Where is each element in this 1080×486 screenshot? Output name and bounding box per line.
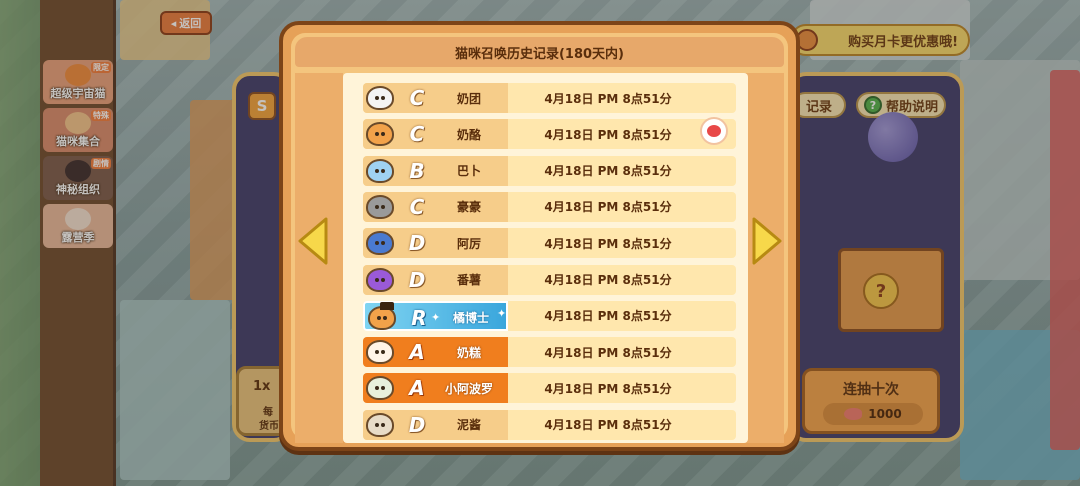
- cat-name: 泥酱: [456, 418, 481, 433]
- cat-info: B 巴卜: [363, 155, 508, 186]
- summon-history-modal: 猫咪召唤历史记录(180天内) C 奶团 4月18日 PM 8点51分 C 奶酪 4月18…: [279, 21, 800, 451]
- cat-name: 阿厉: [456, 236, 481, 251]
- summon-time: 4月18日 PM 8点51分: [544, 91, 672, 106]
- rarity-label: C: [409, 194, 425, 219]
- cat-name: 番薯: [456, 273, 481, 287]
- history-row: D 番薯 4月18日 PM 8点51分: [363, 264, 736, 295]
- summon-time: 4月18日 PM 8点51分: [544, 381, 672, 396]
- cat-info: C 豪豪: [363, 191, 508, 222]
- summon-time: 4月18日 PM 8点51分: [544, 164, 672, 179]
- rarity-label: D: [408, 231, 426, 256]
- sparkle-icon: ✦: [431, 310, 441, 324]
- history-row: D 阿厉 4月18日 PM 8点51分: [363, 228, 736, 259]
- history-row: C 豪豪 4月18日 PM 8点51分: [363, 191, 736, 222]
- modal-title-bar: 猫咪召唤历史记录(180天内): [295, 37, 784, 67]
- rarity-label: C: [409, 122, 425, 147]
- summon-time: 4月18日 PM 8点51分: [544, 127, 672, 142]
- summon-time: 4月18日 PM 8点51分: [544, 309, 672, 324]
- cat-name: 奶酪: [456, 127, 481, 142]
- summon-time: 4月18日 PM 8点51分: [544, 200, 672, 215]
- cat-name: 奶糕: [456, 345, 481, 360]
- prev-page-arrow[interactable]: [296, 216, 330, 266]
- history-row: B 巴卜 4月18日 PM 8点51分: [363, 155, 736, 186]
- cat-name: 小阿波罗: [444, 381, 493, 396]
- history-list[interactable]: C 奶团 4月18日 PM 8点51分 C 奶酪 4月18日 PM 8点51分 B 巴卜 4月1…: [343, 73, 748, 443]
- summon-time: 4月18日 PM 8点51分: [544, 418, 672, 433]
- modal-title: 猫咪召唤历史记录(180天内): [454, 46, 625, 62]
- arrow-right-icon: [752, 217, 782, 265]
- cat-info: A 奶糕: [363, 337, 508, 368]
- cat-info: D 番薯: [363, 264, 508, 295]
- rarity-label: A: [409, 340, 425, 365]
- cat-avatar-icon: [366, 376, 394, 401]
- cat-avatar-icon: [368, 301, 396, 330]
- mushroom-icon: [700, 117, 728, 145]
- cat-avatar-icon: [366, 86, 394, 110]
- cat-avatar-icon: [366, 158, 394, 183]
- summon-time: 4月18日 PM 8点51分: [544, 273, 672, 287]
- sparkle-icon: ✦: [497, 306, 507, 320]
- history-row: C 奶团 4月18日 PM 8点51分: [363, 83, 736, 113]
- cat-info: D 泥酱: [363, 409, 508, 440]
- history-row: D 泥酱 4月18日 PM 8点51分: [363, 409, 736, 440]
- history-row: R 橘博士 ✦ ✦ 4月18日 PM 8点51分: [363, 300, 736, 331]
- cat-avatar-icon: [366, 340, 394, 365]
- next-page-arrow[interactable]: [750, 216, 784, 266]
- rarity-label: A: [409, 376, 425, 401]
- rarity-label: D: [408, 267, 426, 292]
- cat-info: R 橘博士 ✦ ✦: [363, 300, 508, 331]
- cat-avatar-icon: [366, 122, 394, 147]
- cat-avatar-icon: [366, 412, 394, 437]
- cat-info: A 小阿波罗: [363, 373, 508, 404]
- cat-name: 奶团: [456, 91, 481, 106]
- cat-name: 巴卜: [456, 164, 481, 179]
- cat-info: C 奶酪: [363, 119, 508, 150]
- summon-time: 4月18日 PM 8点51分: [544, 236, 672, 251]
- rarity-label: R: [411, 305, 427, 330]
- rarity-label: D: [408, 412, 426, 437]
- cat-info: D 阿厉: [363, 228, 508, 259]
- cat-avatar-icon: [366, 267, 394, 292]
- cat-avatar-icon: [366, 194, 394, 219]
- cat-avatar-icon: [366, 231, 394, 256]
- cat-name: 豪豪: [456, 200, 481, 215]
- rarity-label: C: [409, 86, 425, 110]
- history-row: A 奶糕 4月18日 PM 8点51分: [363, 337, 736, 368]
- history-row: A 小阿波罗 4月18日 PM 8点51分: [363, 373, 736, 404]
- summon-time: 4月18日 PM 8点51分: [544, 345, 672, 360]
- arrow-left-icon: [298, 217, 328, 265]
- modal-inner: 猫咪召唤历史记录(180天内) C 奶团 4月18日 PM 8点51分 C 奶酪 4月18…: [291, 33, 788, 443]
- cat-info: C 奶团: [363, 83, 508, 113]
- history-row: C 奶酪 4月18日 PM 8点51分: [363, 119, 736, 150]
- rarity-label: B: [409, 158, 425, 183]
